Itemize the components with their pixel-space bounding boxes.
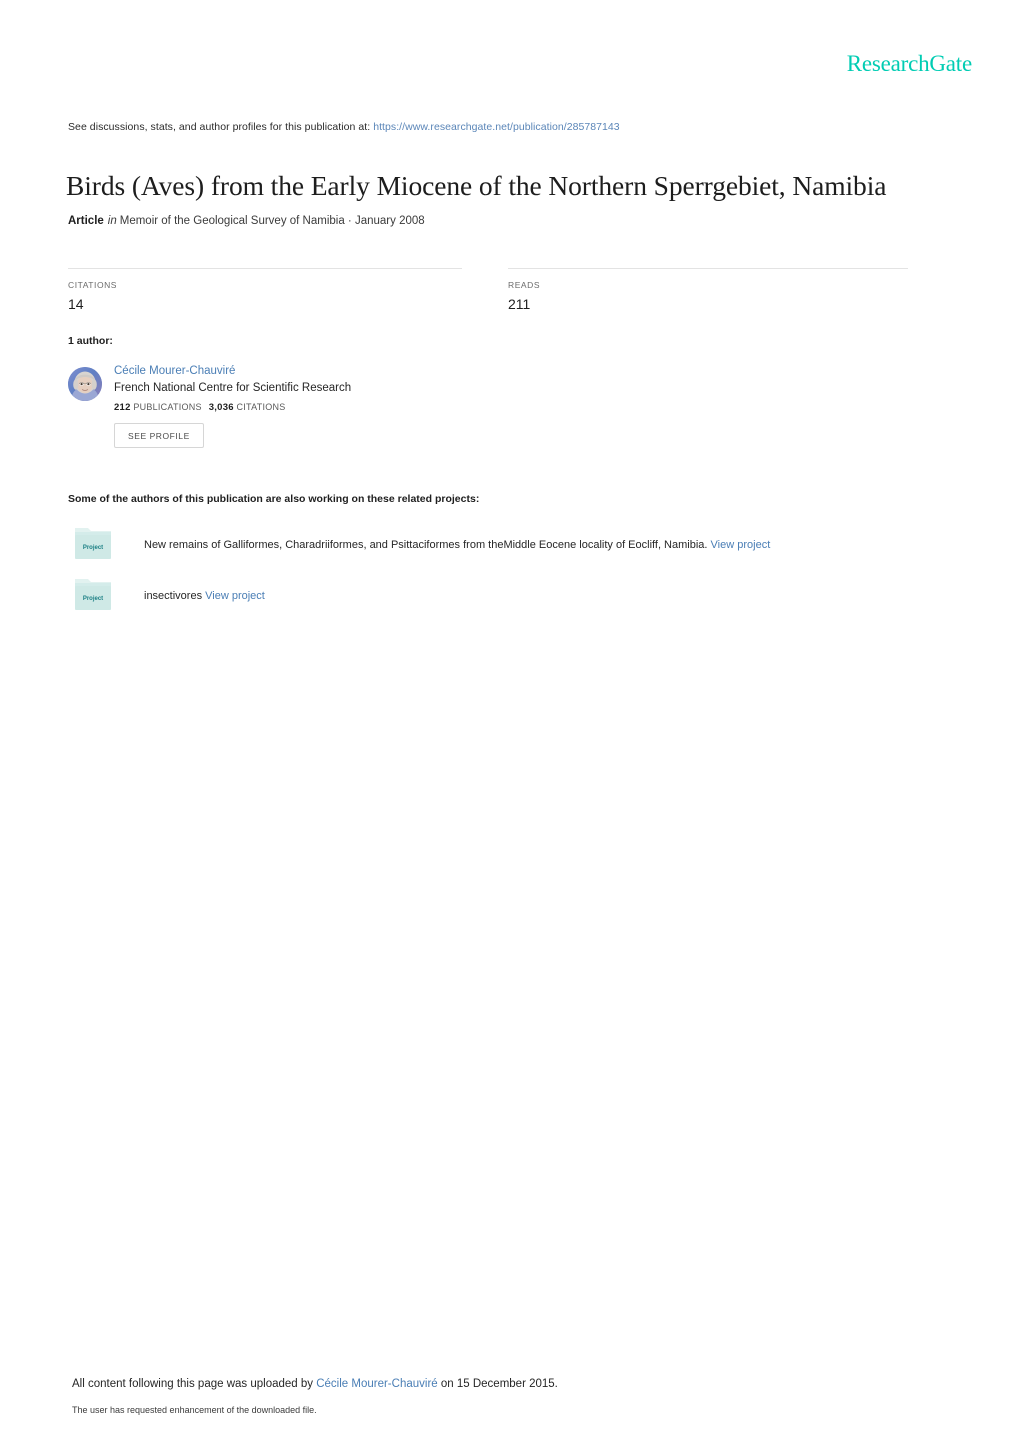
- author-citations-label: CITATIONS: [236, 401, 286, 412]
- citations-divider: [68, 268, 462, 269]
- author-publications-label: PUBLICATIONS: [133, 401, 202, 412]
- enhancement-note: The user has requested enhancement of th…: [72, 1405, 317, 1415]
- project-folder-icon: Project: [73, 576, 113, 614]
- reads-divider: [508, 268, 908, 269]
- project-description: insectivores View project: [144, 589, 265, 603]
- article-venue-text: Memoir of the Geological Survey of Namib…: [119, 215, 425, 227]
- researchgate-logo[interactable]: ResearchGate: [847, 52, 973, 75]
- see-profile-button[interactable]: SEE PROFILE: [114, 422, 204, 448]
- reads-stat-block: READS 211: [508, 268, 908, 312]
- reads-label: READS: [508, 280, 541, 290]
- stats-row: CITATIONS 14 READS 211: [0, 268, 1020, 328]
- page-title: Birds (Aves) from the Early Miocene of t…: [66, 170, 887, 202]
- citations-stat-block: CITATIONS 14: [68, 268, 462, 312]
- author-name-link[interactable]: Cécile Mourer-Chauviré: [114, 364, 568, 378]
- author-affiliation: French National Centre for Scientific Re…: [114, 382, 352, 395]
- upload-author-link[interactable]: Cécile Mourer-Chauviré: [316, 1378, 437, 1390]
- project-folder-label: Project: [83, 545, 103, 551]
- citations-value: 14: [68, 296, 84, 312]
- author-publications-count: 212: [114, 401, 131, 413]
- discussions-line: See discussions, stats, and author profi…: [68, 121, 620, 133]
- article-type-label: Article: [68, 215, 104, 227]
- project-title-text: New remains of Galliformes, Charadriifor…: [144, 539, 708, 551]
- article-meta-line: Article in Memoir of the Geological Survey…: [68, 215, 425, 227]
- article-in-word: in: [107, 215, 117, 227]
- project-row: Project insectivores View project: [68, 576, 928, 616]
- discussions-prefix-text: See discussions, stats, and author profi…: [68, 121, 371, 133]
- upload-prefix-text: All content following this page was uplo…: [72, 1378, 314, 1390]
- view-project-link[interactable]: View project: [205, 590, 265, 602]
- upload-notice: All content following this page was uplo…: [72, 1378, 558, 1390]
- publication-url-link[interactable]: https://www.researchgate.net/publication…: [373, 121, 620, 133]
- project-title-text: insectivores: [144, 590, 203, 602]
- project-folder-icon: Project: [73, 525, 113, 563]
- authors-heading: 1 author:: [68, 335, 113, 347]
- author-entry: Cécile Mourer-Chauviré French National C…: [68, 364, 568, 448]
- researchgate-cover-page: ResearchGate See discussions, stats, and…: [0, 0, 1020, 1441]
- author-info: Cécile Mourer-Chauviré French National C…: [114, 364, 568, 448]
- author-citations-count: 3,036: [208, 401, 234, 413]
- avatar[interactable]: [68, 367, 102, 401]
- project-row: Project New remains of Galliformes, Char…: [68, 525, 928, 565]
- citations-label: CITATIONS: [68, 280, 118, 290]
- author-metrics: 212 PUBLICATIONS 3,036 CITATIONS: [114, 402, 568, 413]
- reads-value: 211: [508, 296, 531, 312]
- project-folder-label: Project: [83, 596, 103, 602]
- view-project-link[interactable]: View project: [711, 539, 771, 551]
- upload-suffix-text: on 15 December 2015.: [440, 1378, 558, 1390]
- projects-heading: Some of the authors of this publication …: [68, 493, 480, 505]
- project-description: New remains of Galliformes, Charadriifor…: [144, 538, 770, 552]
